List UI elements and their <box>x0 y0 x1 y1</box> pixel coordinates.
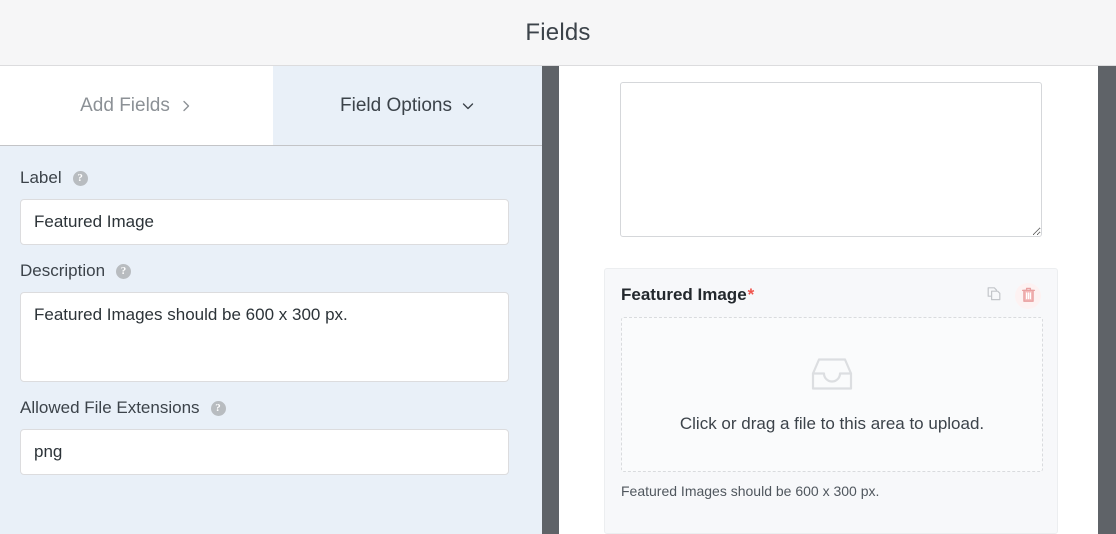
extensions-field-label: Allowed File Extensions <box>20 398 200 417</box>
help-circle-icon[interactable]: ? <box>116 263 132 279</box>
preview-field-title-text: Featured Image <box>621 285 747 304</box>
panel-tabs: Add Fields Field Options <box>0 66 542 146</box>
tab-add-fields[interactable]: Add Fields <box>0 66 273 145</box>
trash-icon <box>1021 287 1036 306</box>
description-field-label-row: Description ? <box>20 261 509 281</box>
preview-file-upload-field[interactable]: Featured Image* Click or drag a file to … <box>604 268 1058 534</box>
help-circle-icon[interactable]: ? <box>210 400 226 416</box>
preview-right-rail[interactable] <box>1098 66 1116 534</box>
required-marker: * <box>747 285 755 304</box>
panel-resize-handle[interactable] <box>542 66 559 534</box>
preview-field-hint: Featured Images should be 600 x 300 px. <box>621 483 880 499</box>
description-textarea[interactable] <box>20 292 509 382</box>
tab-add-fields-label: Add Fields <box>80 94 170 116</box>
delete-field-button[interactable] <box>1015 283 1041 309</box>
field-options-panel: Add Fields Field Options Label ? Feature… <box>0 66 542 534</box>
label-field-label-row: Label ? <box>20 168 509 188</box>
page-title: Fields <box>525 18 591 46</box>
tab-field-options-label: Field Options <box>340 94 452 116</box>
window-header: Fields <box>0 0 1116 66</box>
label-field-group: Label ? <box>20 168 509 245</box>
inbox-tray-icon <box>810 355 854 398</box>
allowed-extensions-input[interactable] <box>20 429 509 475</box>
duplicate-icon <box>986 286 1003 306</box>
preview-field-title: Featured Image* <box>621 285 754 305</box>
description-field-label: Description <box>20 261 106 280</box>
fields-editor-window: Fields Add Fields Field Options Label ? … <box>0 0 1116 534</box>
field-options-form: Label ? Description ? Allowed File Exten… <box>0 146 542 475</box>
chevron-down-icon <box>461 99 475 113</box>
file-dropzone[interactable]: Click or drag a file to this area to upl… <box>621 317 1043 472</box>
label-field-label: Label <box>20 168 62 187</box>
preview-field-actions <box>981 283 1041 309</box>
chevron-right-icon <box>179 99 193 113</box>
duplicate-field-button[interactable] <box>981 283 1007 309</box>
tab-field-options[interactable]: Field Options <box>273 66 542 145</box>
label-input[interactable] <box>20 199 509 245</box>
form-preview-panel: Featured Image* Click or drag a file to … <box>559 66 1098 534</box>
extensions-field-group: Allowed File Extensions ? <box>20 398 509 475</box>
preview-field-header: Featured Image* <box>621 283 1041 311</box>
preview-paragraph-textarea[interactable] <box>620 82 1042 237</box>
extensions-field-label-row: Allowed File Extensions ? <box>20 398 509 418</box>
help-circle-icon[interactable]: ? <box>72 170 88 186</box>
description-field-group: Description ? <box>20 261 509 382</box>
dropzone-label: Click or drag a file to this area to upl… <box>679 414 985 433</box>
